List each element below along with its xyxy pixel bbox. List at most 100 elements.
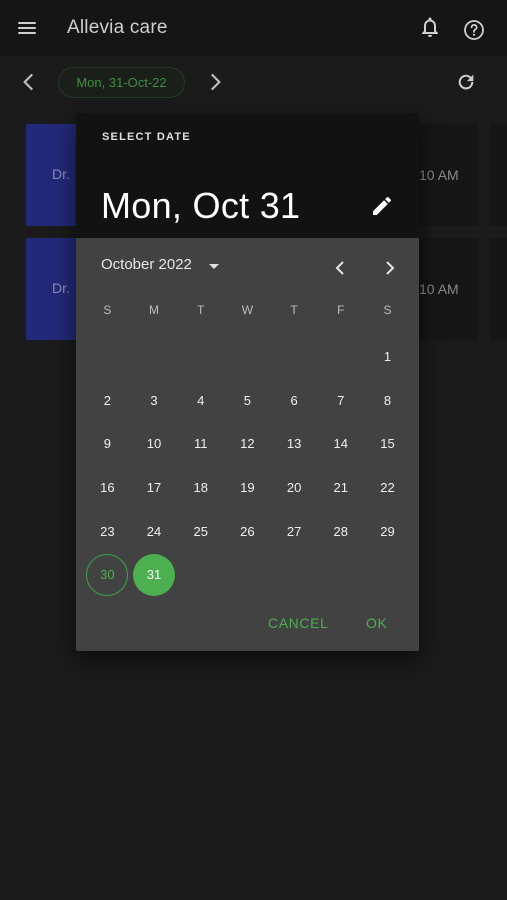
calendar-day[interactable]: 26 bbox=[224, 509, 271, 553]
calendar-day[interactable]: 20 bbox=[271, 466, 318, 510]
appointment-card-partial bbox=[490, 238, 507, 340]
weekday-label: W bbox=[241, 303, 254, 317]
calendar-week-row: 9 10 11 12 13 14 15 bbox=[84, 422, 411, 466]
menu-icon[interactable] bbox=[16, 19, 38, 37]
dropdown-caret-icon[interactable] bbox=[207, 260, 221, 274]
calendar-day[interactable]: 25 bbox=[177, 509, 224, 553]
calendar-day-number: 8 bbox=[383, 392, 392, 408]
calendar-empty-cell bbox=[131, 335, 178, 379]
calendar-day[interactable]: 17 bbox=[131, 466, 178, 510]
calendar-day[interactable]: 14 bbox=[317, 422, 364, 466]
calendar-day[interactable]: 23 bbox=[84, 509, 131, 553]
calendar-day[interactable]: 31 bbox=[131, 553, 178, 597]
calendar-day[interactable]: 18 bbox=[177, 466, 224, 510]
bell-icon[interactable] bbox=[418, 15, 442, 39]
calendar-day-number: 26 bbox=[240, 523, 255, 539]
next-month-icon[interactable] bbox=[378, 256, 402, 280]
calendar-day-number: 28 bbox=[333, 523, 349, 539]
calendar-day-number: 6 bbox=[290, 392, 298, 408]
appointment-time: 10 AM bbox=[419, 281, 459, 297]
calendar-day[interactable]: 8 bbox=[364, 379, 411, 423]
appointment-card-partial bbox=[490, 124, 507, 226]
month-year-selector[interactable]: October 2022 bbox=[101, 256, 192, 273]
selected-date-display: Mon, Oct 31 bbox=[101, 185, 301, 226]
calendar-day[interactable]: 7 bbox=[317, 379, 364, 423]
calendar-empty-cell bbox=[84, 335, 131, 379]
calendar-grid: 1 2 3 4 5 6 7 8 9 10 11 12 13 14 15 16 17 18 19 20 21 22 23 24 2… bbox=[84, 335, 411, 597]
calendar-day[interactable]: 24 bbox=[131, 509, 178, 553]
calendar-day[interactable]: 22 bbox=[364, 466, 411, 510]
calendar-empty-cell bbox=[177, 553, 224, 597]
calendar-day[interactable]: 21 bbox=[317, 466, 364, 510]
doctor-label: Dr. bbox=[52, 280, 70, 296]
calendar-day-number: 3 bbox=[150, 392, 158, 408]
help-icon[interactable] bbox=[462, 18, 486, 42]
calendar-week-row: 16 17 18 19 20 21 22 bbox=[84, 466, 411, 510]
dialog-actions: CANCEL OK bbox=[76, 607, 419, 641]
calendar-day[interactable]: 9 bbox=[84, 422, 131, 466]
calendar-day[interactable]: 28 bbox=[317, 509, 364, 553]
calendar-day[interactable]: 30 bbox=[84, 553, 131, 597]
calendar-day-number: 1 bbox=[383, 349, 392, 365]
calendar-empty-cell bbox=[364, 553, 411, 597]
calendar-day-number: 2 bbox=[103, 392, 111, 408]
weekday-label: S bbox=[383, 303, 392, 317]
calendar-day-number: 13 bbox=[286, 436, 302, 452]
calendar-day[interactable]: 2 bbox=[84, 379, 131, 423]
chevron-right-icon[interactable] bbox=[202, 69, 228, 95]
date-strip: Mon, 31-Oct-22 bbox=[0, 56, 507, 112]
weekday-label: F bbox=[337, 303, 345, 317]
calendar-day-number: 14 bbox=[333, 436, 349, 452]
calendar-day-number: 17 bbox=[146, 480, 162, 496]
weekday-header: S M T W T F S bbox=[84, 303, 411, 323]
cancel-button[interactable]: CANCEL bbox=[268, 615, 328, 631]
calendar-day[interactable]: 10 bbox=[131, 422, 178, 466]
date-picker-dialog: SELECT DATE Mon, Oct 31 October 2022 S M… bbox=[76, 113, 419, 651]
calendar-week-row: 1 bbox=[84, 335, 411, 379]
calendar-day-number: 9 bbox=[103, 436, 111, 452]
calendar-empty-cell bbox=[177, 335, 224, 379]
calendar-day-number: 25 bbox=[193, 523, 208, 539]
calendar-day[interactable]: 13 bbox=[271, 422, 318, 466]
app-title: Allevia care bbox=[67, 17, 168, 38]
calendar-day[interactable]: 12 bbox=[224, 422, 271, 466]
calendar-day[interactable]: 1 bbox=[364, 335, 411, 379]
doctor-label: Dr. bbox=[52, 166, 70, 182]
calendar-empty-cell bbox=[271, 335, 318, 379]
calendar-day-number: 16 bbox=[100, 480, 115, 496]
calendar-day[interactable]: 16 bbox=[84, 466, 131, 510]
calendar-empty-cell bbox=[317, 553, 364, 597]
calendar-day-number: 7 bbox=[337, 392, 345, 408]
chevron-left-icon[interactable] bbox=[16, 69, 42, 95]
calendar-day[interactable]: 11 bbox=[177, 422, 224, 466]
calendar-day[interactable]: 19 bbox=[224, 466, 271, 510]
previous-month-icon[interactable] bbox=[328, 256, 352, 280]
calendar-day-number: 15 bbox=[380, 436, 395, 452]
calendar-day-number: 21 bbox=[333, 480, 349, 496]
calendar-day-number: 24 bbox=[146, 523, 162, 539]
calendar-day[interactable]: 27 bbox=[271, 509, 318, 553]
doctor-chip: Dr. bbox=[26, 238, 78, 340]
month-row: October 2022 bbox=[76, 238, 419, 292]
calendar-empty-cell bbox=[317, 335, 364, 379]
calendar-day[interactable]: 15 bbox=[364, 422, 411, 466]
calendar-day-number: 22 bbox=[380, 480, 395, 496]
app-bar: Allevia care bbox=[0, 0, 507, 56]
pencil-icon[interactable] bbox=[370, 194, 394, 218]
weekday-label: M bbox=[149, 303, 160, 317]
calendar-day[interactable]: 6 bbox=[271, 379, 318, 423]
calendar-day[interactable]: 29 bbox=[364, 509, 411, 553]
calendar-day-number: 31 bbox=[133, 553, 176, 596]
weekday-label: T bbox=[197, 303, 205, 317]
ok-button[interactable]: OK bbox=[366, 615, 387, 631]
calendar-week-row: 2 3 4 5 6 7 8 bbox=[84, 379, 411, 423]
refresh-icon[interactable] bbox=[455, 71, 477, 93]
calendar-day-number: 27 bbox=[286, 523, 302, 539]
calendar-day-number: 18 bbox=[193, 480, 208, 496]
calendar-day[interactable]: 5 bbox=[224, 379, 271, 423]
current-date-chip[interactable]: Mon, 31-Oct-22 bbox=[58, 67, 185, 98]
calendar-day-number: 30 bbox=[86, 553, 129, 596]
calendar-day-number: 4 bbox=[197, 392, 205, 408]
calendar-day[interactable]: 3 bbox=[131, 379, 178, 423]
calendar-day[interactable]: 4 bbox=[177, 379, 224, 423]
